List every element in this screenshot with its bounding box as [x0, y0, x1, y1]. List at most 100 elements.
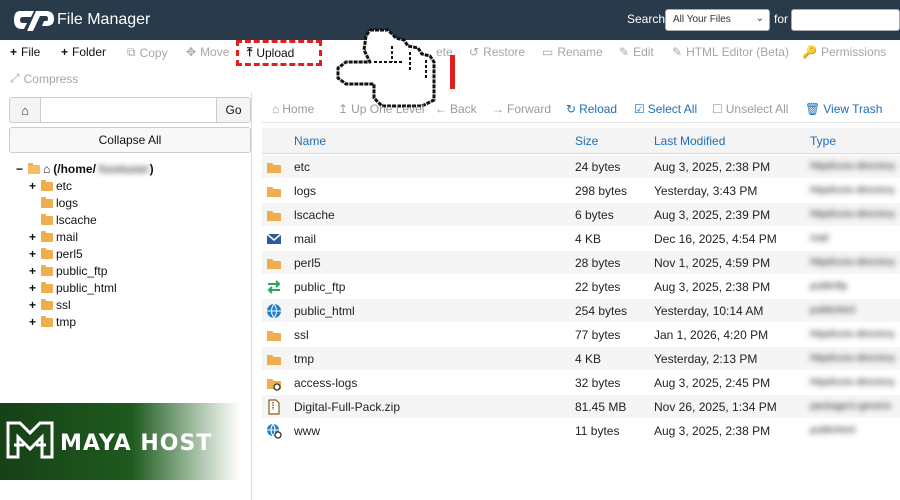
pencil-icon: ✎	[619, 45, 630, 59]
search-input[interactable]	[791, 9, 900, 31]
plus-icon: +	[61, 45, 69, 59]
tree-item-mail[interactable]: + mail	[29, 230, 78, 244]
folder-icon	[266, 183, 282, 199]
table-header: Name Size Last Modified Type	[262, 128, 900, 154]
file-name-cell: ssl	[294, 328, 309, 342]
file-size-cell: 4 KB	[575, 352, 602, 366]
tree-item-lscache[interactable]: lscache	[29, 213, 97, 227]
new-folder-label: Folder	[72, 45, 107, 59]
expand-toggle[interactable]: +	[29, 315, 38, 329]
file-name-cell: lscache	[294, 208, 335, 222]
collapse-all-button[interactable]: Collapse All	[9, 127, 251, 153]
tree-item-public-html[interactable]: + public_html	[29, 281, 117, 295]
file-modified-cell: Yesterday, 3:43 PM	[654, 184, 758, 198]
html-editor-button[interactable]: ✎ HTML Editor (Beta)	[672, 45, 789, 59]
table-row[interactable]: www 11 bytes Aug 3, 2025, 2:38 PM publichtm…	[262, 419, 900, 443]
new-folder-button[interactable]: + Folder	[61, 45, 106, 59]
tree-item-etc[interactable]: + etc	[29, 179, 72, 193]
table-row[interactable]: public_html 254 bytes Yesterday, 10:14 AM p…	[262, 299, 900, 323]
reload-button[interactable]: ↻ Reload	[566, 102, 617, 116]
table-row[interactable]: ssl 77 bytes Jan 1, 2026, 4:20 PM httpd/uni…	[262, 323, 900, 347]
rename-label: Rename	[557, 45, 603, 59]
tree-item-perl5[interactable]: + perl5	[29, 247, 83, 261]
expand-toggle[interactable]: +	[29, 281, 38, 295]
table-row[interactable]: public_ftp 22 bytes Aug 3, 2025, 2:38 PM pu…	[262, 275, 900, 299]
file-type-cell: httpd/unix-directory	[810, 377, 896, 388]
copy-button[interactable]: ⧉ Copy	[127, 45, 168, 60]
column-header-type[interactable]: Type	[810, 134, 836, 148]
folder-icon	[41, 213, 53, 225]
restore-label: Restore	[483, 45, 526, 59]
view-trash-button[interactable]: 🗑 View Trash	[805, 102, 882, 116]
file-size-cell: 11 bytes	[575, 424, 620, 438]
tree-item-label: logs	[56, 196, 79, 210]
file-name-cell: public_html	[294, 304, 355, 318]
table-row[interactable]: access-logs 32 bytes Aug 3, 2025, 2:45 PM h…	[262, 371, 900, 395]
home-button[interactable]: ⌂ Home	[272, 102, 314, 116]
expand-toggle[interactable]: +	[29, 230, 38, 244]
select-all-button[interactable]: ☑ Select All	[634, 102, 697, 116]
edit-button[interactable]: ✎ Edit	[619, 45, 654, 59]
path-input[interactable]	[40, 97, 217, 123]
column-header-name[interactable]: Name	[294, 134, 326, 148]
unselect-all-button[interactable]: ☐ Unselect All	[712, 102, 788, 116]
table-row[interactable]: etc 24 bytes Aug 3, 2025, 2:38 PM httpd/uni…	[262, 155, 900, 179]
back-button[interactable]: ← Back	[435, 102, 477, 116]
expand-toggle[interactable]: +	[29, 264, 38, 278]
file-size-cell: 32 bytes	[575, 376, 621, 390]
table-row[interactable]: mail 4 KB Dec 16, 2025, 4:54 PM mail	[262, 227, 900, 251]
restore-button[interactable]: ↺ Restore	[469, 45, 525, 59]
file-size-cell: 24 bytes	[575, 160, 621, 174]
home-icon: ⌂	[21, 102, 29, 118]
home-path-button[interactable]: ⌂	[9, 97, 41, 123]
folder-icon	[41, 315, 53, 327]
home-icon: ⌂	[272, 102, 280, 116]
file-size-cell: 77 bytes	[575, 328, 621, 342]
file-name-cell: etc	[294, 160, 311, 174]
go-button[interactable]: Go	[216, 97, 251, 123]
tree-item-label: perl5	[56, 247, 83, 261]
rename-button[interactable]: ▭ Rename	[542, 45, 603, 59]
highlight-marker	[450, 55, 455, 89]
table-row[interactable]: logs 298 bytes Yesterday, 3:43 PM httpd/uni…	[262, 179, 900, 203]
column-header-modified[interactable]: Last Modified	[654, 134, 725, 148]
expand-toggle[interactable]: +	[29, 247, 38, 261]
folder-icon	[41, 230, 53, 242]
folder-icon	[41, 281, 53, 293]
copy-icon: ⧉	[127, 45, 136, 59]
permissions-button[interactable]: 🔑 Permissions	[802, 45, 886, 59]
transfer-icon	[266, 279, 282, 295]
tree-root[interactable]: − ⌂ (/home/ hostuser )	[16, 162, 154, 176]
up-one-level-button[interactable]: ↥ Up One Level	[338, 102, 424, 116]
file-name-cell: public_ftp	[294, 280, 346, 294]
file-name-cell: tmp	[294, 352, 315, 366]
tree-item-logs[interactable]: logs	[29, 196, 78, 210]
file-type-cell: mail	[810, 233, 829, 244]
collapse-toggle[interactable]: −	[16, 162, 25, 176]
table-row[interactable]: perl5 28 bytes Nov 1, 2025, 4:59 PM httpd/u…	[262, 251, 900, 275]
compress-button[interactable]: ⤢ Compress	[10, 71, 78, 86]
checkbox-empty-icon: ☐	[712, 102, 723, 116]
view-trash-label: View Trash	[823, 102, 883, 116]
search-scope-select[interactable]: All Your Files ⌄	[665, 9, 770, 31]
new-file-button[interactable]: + File	[10, 45, 40, 59]
folder-icon	[266, 351, 282, 367]
tree-item-ssl[interactable]: + ssl	[29, 298, 71, 312]
table-row[interactable]: Digital-Full-Pack.zip 81.45 MB Nov 26, 202…	[262, 395, 900, 419]
expand-toggle[interactable]: +	[29, 179, 38, 193]
top-bar: File Manager Search All Your Files ⌄ for	[0, 0, 900, 40]
file-type-cell: publichtml	[810, 425, 856, 436]
search-label: Search	[627, 12, 666, 26]
table-row[interactable]: tmp 4 KB Yesterday, 2:13 PM httpd/unix-dire…	[262, 347, 900, 371]
tree-item-tmp[interactable]: + tmp	[29, 315, 76, 329]
forward-button[interactable]: → Forward	[492, 102, 551, 116]
tree-root-username: hostuser	[98, 162, 150, 176]
move-button[interactable]: ✥ Move	[186, 45, 229, 59]
tree-item-public-ftp[interactable]: + public_ftp	[29, 264, 107, 278]
table-row[interactable]: lscache 6 bytes Aug 3, 2025, 2:39 PM httpd/…	[262, 203, 900, 227]
rename-icon: ▭	[542, 45, 554, 59]
key-icon: 🔑	[802, 45, 817, 59]
column-header-size[interactable]: Size	[575, 134, 598, 148]
file-name-cell: access-logs	[294, 376, 358, 390]
expand-toggle[interactable]: +	[29, 298, 38, 312]
